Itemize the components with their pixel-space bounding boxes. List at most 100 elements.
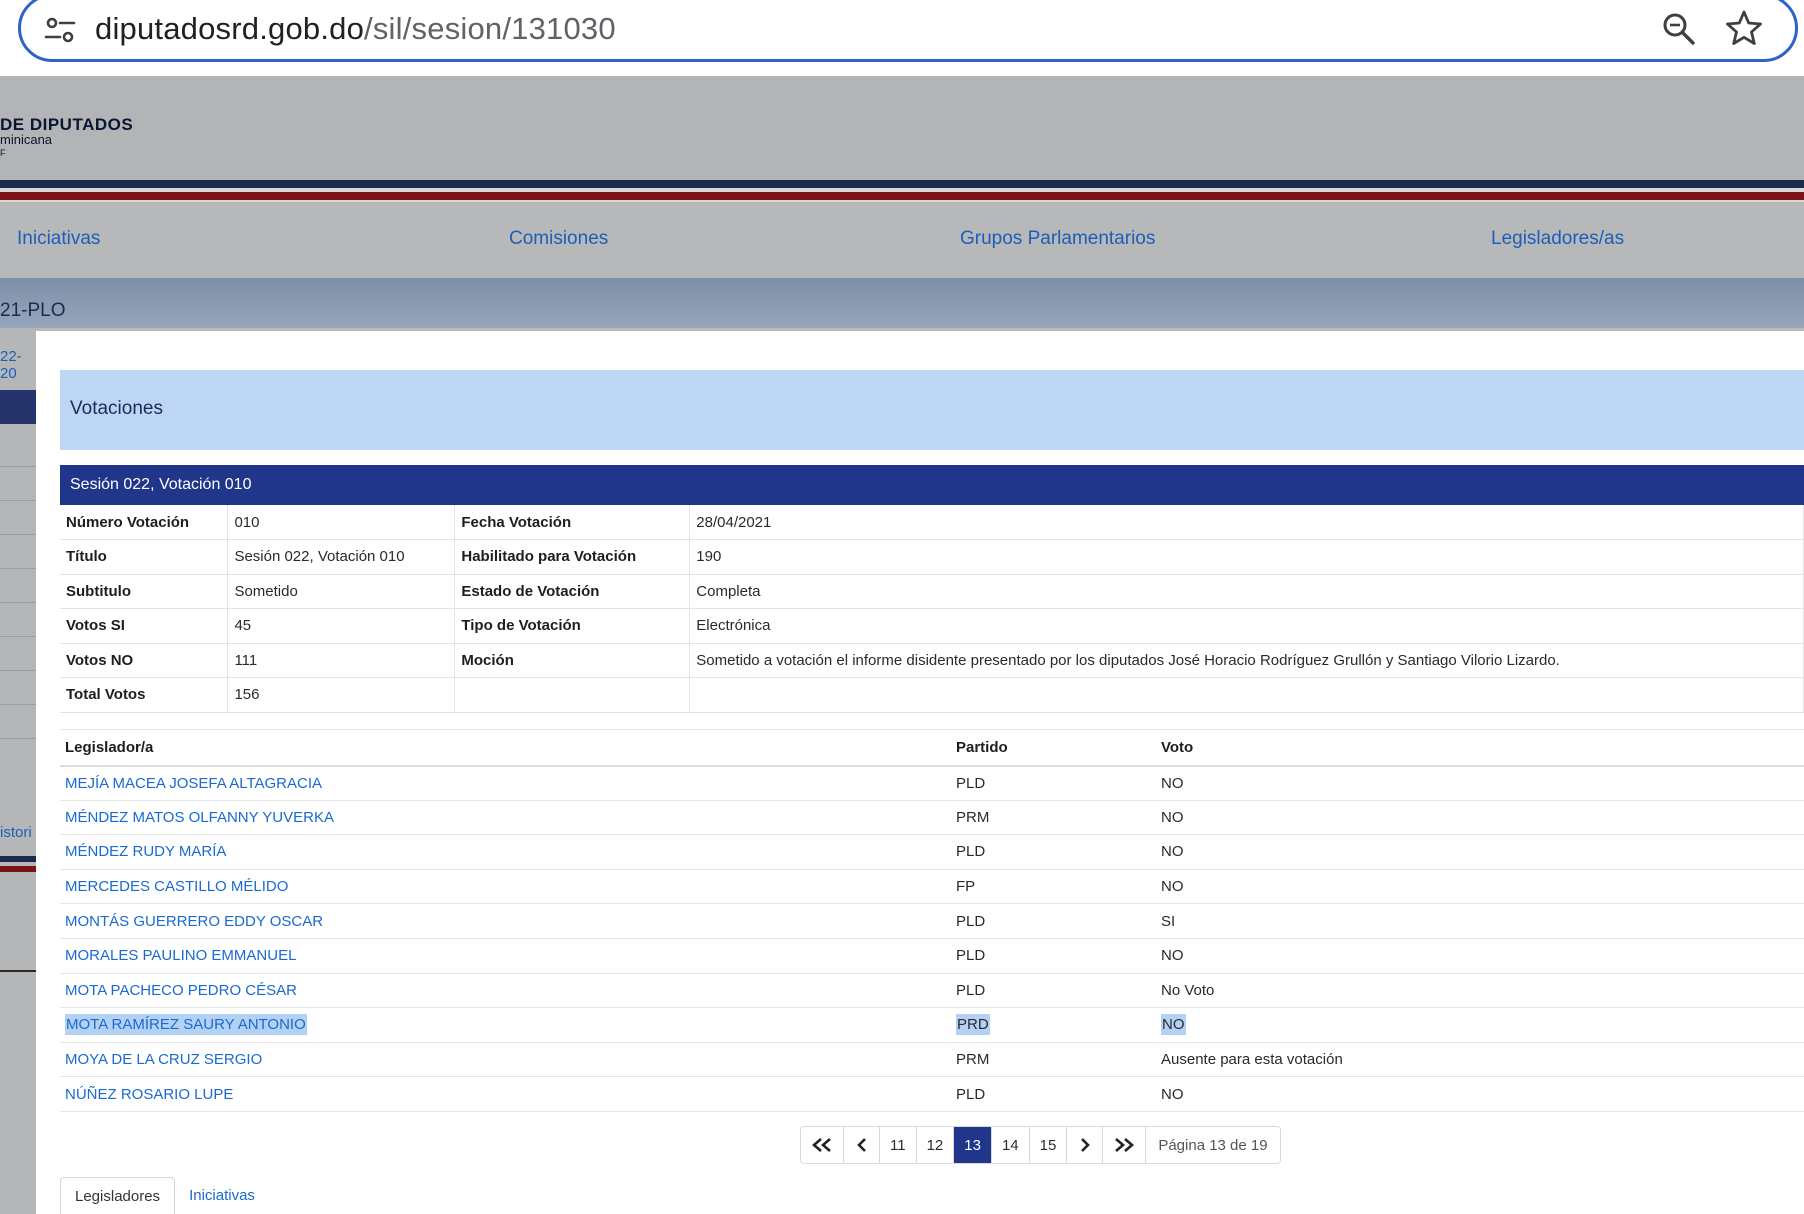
table-row: MEJÍA MACEA JOSEFA ALTAGRACIA PLD NO <box>60 765 1804 801</box>
site-header: DE DIPUTADOS minicana F <box>0 76 1804 180</box>
legislator-link[interactable]: MOYA DE LA CRUZ SERGIO <box>65 1051 262 1068</box>
site-settings-icon[interactable] <box>43 13 77 47</box>
vote-value: NO <box>1161 808 1184 826</box>
legislator-cell: MERCEDES CASTILLO MÉLIDO <box>60 869 951 905</box>
vote-cell: NO <box>1156 1007 1804 1043</box>
legislator-cell: MORALES PAULINO EMMANUEL <box>60 938 951 974</box>
detail-value: 190 <box>689 539 1804 575</box>
legislator-link[interactable]: MORALES PAULINO EMMANUEL <box>65 947 296 964</box>
background-sidebar: 22-20 istori <box>0 328 36 1214</box>
double-chevron-right-icon <box>1115 1138 1135 1152</box>
bottom-tabs: Legisladores Iniciativas <box>60 1177 269 1214</box>
legislator-link[interactable]: MÉNDEZ RUDY MARÍA <box>65 843 226 860</box>
nav-grupos-parlamentarios[interactable]: Grupos Parlamentarios <box>960 228 1155 250</box>
next-page-button[interactable] <box>1067 1127 1104 1163</box>
column-header-legislator: Legislador/a <box>60 729 951 767</box>
details-row: Título Sesión 022, Votación 010 Habilitado… <box>60 539 1804 575</box>
tab-legisladores[interactable]: Legisladores <box>60 1177 176 1214</box>
legislator-cell: MÉNDEZ MATOS OLFANNY YUVERKA <box>60 800 951 836</box>
detail-label: Subtitulo <box>60 574 229 609</box>
session-title: Sesión 022, Votación 010 <box>70 476 252 493</box>
vote-cell: No Voto <box>1156 973 1804 1009</box>
legislator-link[interactable]: NÚÑEZ ROSARIO LUPE <box>65 1086 233 1103</box>
legislator-link[interactable]: MERCEDES CASTILLO MÉLIDO <box>65 878 288 895</box>
header-stripe-navy <box>0 180 1804 188</box>
table-row: MOTA RAMÍREZ SAURY ANTONIO PRD NO <box>60 1007 1804 1043</box>
table-row: MÉNDEZ RUDY MARÍA PLD NO <box>60 834 1804 870</box>
vote-cell: NO <box>1156 765 1804 801</box>
table-row: MORALES PAULINO EMMANUEL PLD NO <box>60 938 1804 974</box>
party-value: FP <box>956 878 976 896</box>
legislator-link[interactable]: MEJÍA MACEA JOSEFA ALTAGRACIA <box>65 775 322 792</box>
details-row: Subtitulo Sometido Estado de Votación Compl… <box>60 574 1804 609</box>
first-page-button[interactable] <box>801 1127 844 1163</box>
page-button-13-current[interactable]: 13 <box>954 1127 992 1163</box>
votes-modal: Votaciones Sesión 022, Votación 010 Núme… <box>36 331 1804 1214</box>
legislator-link[interactable]: MOTA PACHECO PEDRO CÉSAR <box>65 982 297 999</box>
detail-value: Electrónica <box>689 608 1804 644</box>
page-button-11[interactable]: 11 <box>880 1127 917 1163</box>
details-row: Votos SI 45 Tipo de Votación Electrónica <box>60 608 1804 644</box>
party-cell: PRD <box>951 1007 1156 1043</box>
detail-label: Estado de Votación <box>454 574 691 609</box>
vote-value: NO <box>1161 947 1184 965</box>
table-row: MÉNDEZ MATOS OLFANNY YUVERKA PRM NO <box>60 800 1804 836</box>
divider <box>0 602 36 603</box>
detail-label: Moción <box>454 643 691 678</box>
party-cell: PRM <box>951 1042 1156 1078</box>
divider <box>0 970 36 972</box>
history-link-fragment: istori <box>0 824 32 841</box>
detail-label: Votos NO <box>60 643 229 678</box>
detail-value: 010 <box>227 505 456 540</box>
zoom-icon[interactable] <box>1659 9 1699 49</box>
page-button-15[interactable]: 15 <box>1029 1127 1068 1163</box>
vote-cell: NO <box>1156 834 1804 870</box>
detail-value: 111 <box>227 643 456 678</box>
party-value: PRM <box>956 1051 990 1069</box>
party-value: PLD <box>956 1085 986 1103</box>
party-cell: FP <box>951 869 1156 905</box>
party-value: PLD <box>956 947 986 965</box>
address-bar[interactable]: diputadosrd.gob.do/sil/sesion/131030 <box>18 0 1798 62</box>
initiative-code: 21-PLO <box>0 300 66 321</box>
page-info: Página 13 de 19 <box>1146 1127 1280 1163</box>
previous-page-button[interactable] <box>844 1127 880 1163</box>
legislator-cell: NÚÑEZ ROSARIO LUPE <box>60 1076 951 1112</box>
tab-iniciativas[interactable]: Iniciativas <box>175 1177 269 1214</box>
nav-legisladores[interactable]: Legisladores/as <box>1491 228 1624 250</box>
divider <box>0 466 36 467</box>
section-header: Votaciones <box>60 370 1804 450</box>
last-page-button[interactable] <box>1103 1127 1147 1163</box>
legislator-link[interactable]: MONTÁS GUERRERO EDDY OSCAR <box>65 913 323 930</box>
nav-comisiones[interactable]: Comisiones <box>509 228 608 250</box>
detail-value: Sometido <box>227 574 456 609</box>
legislator-cell: MONTÁS GUERRERO EDDY OSCAR <box>60 903 951 939</box>
detail-label: Número Votación <box>60 505 229 540</box>
legislator-link[interactable]: MÉNDEZ MATOS OLFANNY YUVERKA <box>65 809 334 826</box>
vote-cell: NO <box>1156 800 1804 836</box>
url-domain: diputadosrd.gob.do <box>95 11 365 46</box>
detail-value: Sometido a votación el informe disidente… <box>689 643 1804 678</box>
detail-label: Habilitado para Votación <box>454 539 691 575</box>
page-button-12[interactable]: 12 <box>916 1127 955 1163</box>
vote-cell: NO <box>1156 938 1804 974</box>
details-row: Número Votación 010 Fecha Votación 28/04/20… <box>60 505 1804 540</box>
party-value: PRM <box>956 808 990 826</box>
legislator-link[interactable]: MOTA RAMÍREZ SAURY ANTONIO <box>65 1014 307 1036</box>
table-row: NÚÑEZ ROSARIO LUPE PLD NO <box>60 1076 1804 1112</box>
legislator-cell: MÉNDEZ RUDY MARÍA <box>60 834 951 870</box>
date-fragment: 22-20 <box>0 348 22 382</box>
nav-iniciativas[interactable]: Iniciativas <box>17 228 100 250</box>
url-text[interactable]: diputadosrd.gob.do/sil/sesion/131030 <box>95 11 616 47</box>
party-cell: PLD <box>951 903 1156 939</box>
chevron-left-icon <box>856 1138 866 1152</box>
site-logo-subtitle: minicana <box>0 132 53 147</box>
party-cell: PRM <box>951 800 1156 836</box>
vote-value: SI <box>1161 912 1176 930</box>
table-row: MONTÁS GUERRERO EDDY OSCAR PLD SI <box>60 903 1804 939</box>
bookmark-star-icon[interactable] <box>1723 7 1765 49</box>
page-button-14[interactable]: 14 <box>991 1127 1030 1163</box>
detail-value: 156 <box>227 677 456 713</box>
vote-value: NO <box>1161 1085 1184 1103</box>
details-row: Total Votos 156 <box>60 677 1804 713</box>
